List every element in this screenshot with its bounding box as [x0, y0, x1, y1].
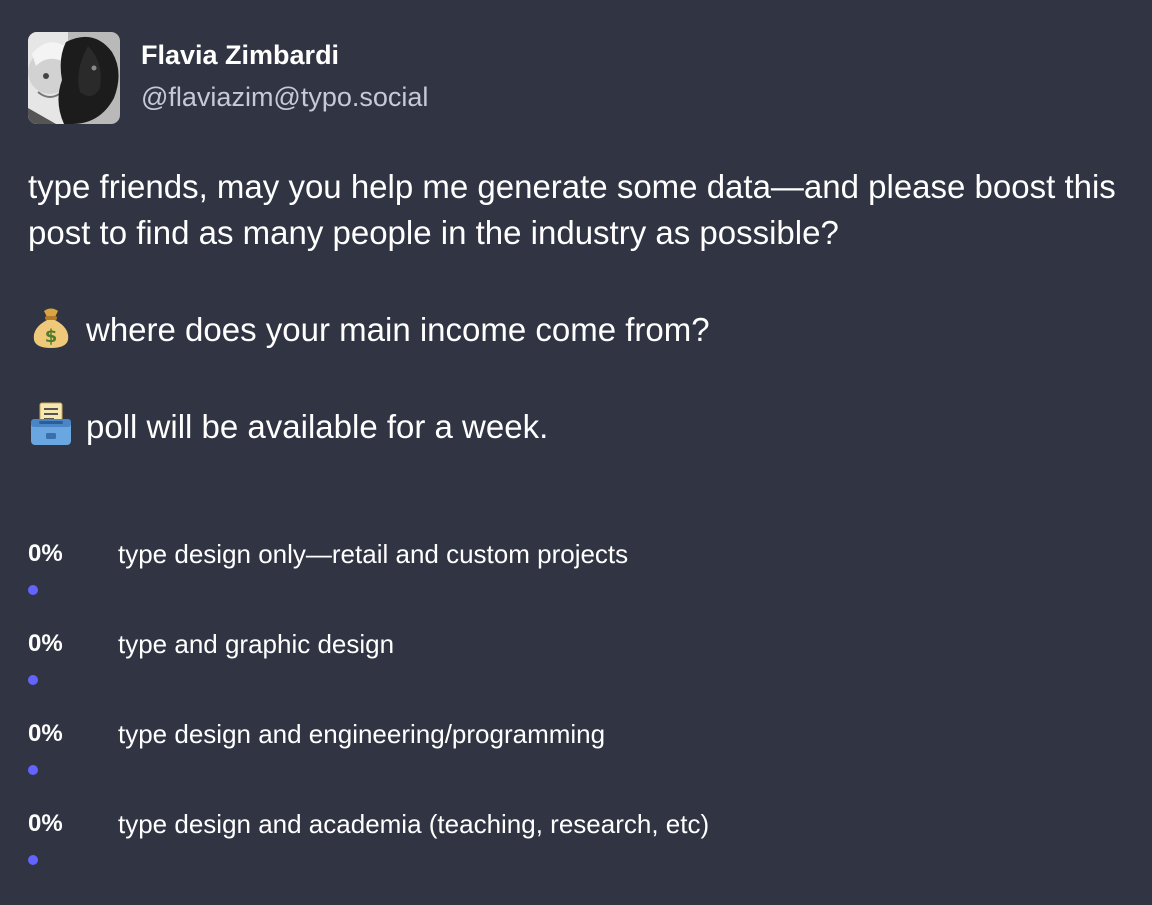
- money-bag-icon: $: [28, 304, 74, 350]
- ballot-box-icon: [28, 401, 74, 447]
- status-header: Flavia Zimbardi @flaviazim@typo.social: [28, 32, 428, 124]
- status-question-line: $ where does your main income come from?: [28, 304, 1128, 353]
- status-note-text: poll will be available for a week.: [86, 408, 549, 445]
- status-card: Flavia Zimbardi @flaviazim@typo.social t…: [0, 0, 1152, 905]
- poll-option-label: type and graphic design: [118, 629, 395, 659]
- poll-option-percent: 0%: [28, 810, 63, 837]
- poll-option-label: type design and academia (teaching, rese…: [118, 809, 710, 839]
- account-handle: @flaviazim@typo.social: [141, 82, 429, 112]
- poll-option-label: type design only—retail and custom proje…: [118, 539, 629, 569]
- poll-option-bar: [28, 675, 38, 685]
- status-intro-text: type friends, may you help me generate s…: [28, 168, 1116, 251]
- poll-option-bar: [28, 855, 38, 865]
- display-name: Flavia Zimbardi: [141, 40, 340, 70]
- status-question-text: where does your main income come from?: [86, 311, 710, 348]
- poll: 0% type design only—retail and custom pr…: [28, 535, 1128, 895]
- poll-option-percent: 0%: [28, 630, 63, 657]
- poll-option[interactable]: 0% type design only—retail and custom pr…: [28, 535, 1128, 625]
- poll-option[interactable]: 0% type and graphic design: [28, 625, 1128, 715]
- avatar[interactable]: [28, 32, 120, 124]
- status-note-line: poll will be available for a week.: [28, 401, 1128, 450]
- poll-option-bar: [28, 765, 38, 775]
- account-name-block[interactable]: Flavia Zimbardi @flaviazim@typo.social: [141, 32, 428, 114]
- status-content: type friends, may you help me generate s…: [28, 164, 1128, 450]
- poll-option-label: type design and engineering/programming: [118, 719, 606, 749]
- poll-option[interactable]: 0% type design and engineering/programmi…: [28, 715, 1128, 805]
- svg-text:$: $: [45, 326, 58, 347]
- poll-option-bar: [28, 585, 38, 595]
- poll-option-percent: 0%: [28, 720, 63, 747]
- poll-option[interactable]: 0% type design and academia (teaching, r…: [28, 805, 1128, 895]
- avatar-image: [28, 32, 120, 124]
- poll-option-percent: 0%: [28, 540, 63, 567]
